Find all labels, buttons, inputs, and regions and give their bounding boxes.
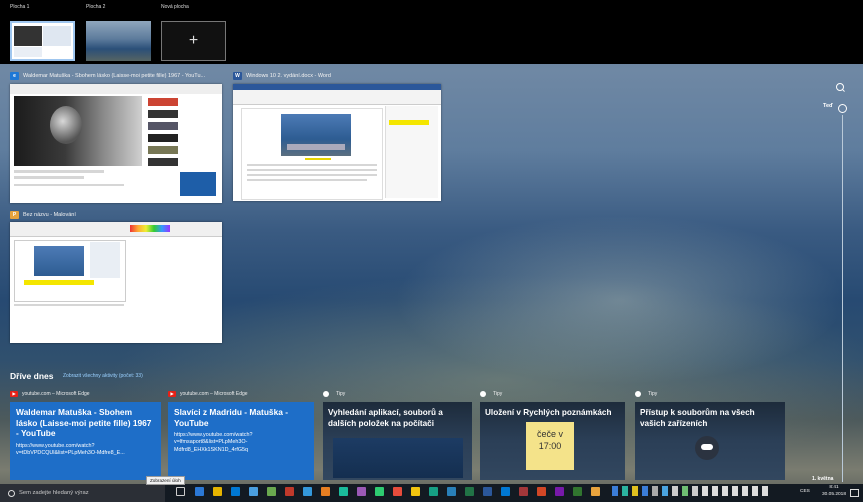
window-title-text: Bez názvu - Malování: [23, 212, 76, 218]
taskbar-search-box[interactable]: Sem zadejte hledaný výraz: [0, 484, 165, 502]
timeline-now-label: Teď: [823, 103, 833, 109]
sticky-note: čeče v 17:00: [526, 422, 574, 470]
app-taskbar-icon[interactable]: [339, 487, 348, 496]
task-view-icon[interactable]: [176, 487, 185, 496]
card-source-text: youtube.com – Microsoft Edge: [180, 391, 248, 397]
card-source-4: Tipy: [480, 391, 502, 397]
card-title: Přístup k souborům na všech vašich zaříz…: [640, 408, 755, 428]
task-view-tooltip: Zobrazení úloh: [146, 476, 185, 485]
card-source-3: Tipy: [323, 391, 345, 397]
window-title-paint[interactable]: P Bez názvu - Malování: [10, 211, 76, 219]
desktop-2-label: Plocha 2: [86, 4, 106, 10]
new-desktop-label: Nová plocha: [161, 4, 189, 10]
card-title: Slavíci z Madridu - Matuška - YouTube: [174, 407, 289, 428]
access-taskbar-icon[interactable]: [519, 487, 528, 496]
app-taskbar-icon[interactable]: [303, 487, 312, 496]
notification-icon[interactable]: [850, 489, 859, 497]
card-url: https://www.youtube.com/watch?v=tDbVPDCQ…: [16, 442, 125, 456]
card-url: https://www.youtube.com/watch?v=lfmsapor…: [174, 432, 253, 453]
mail-taskbar-icon[interactable]: [249, 487, 258, 496]
app-taskbar-icon[interactable]: [411, 487, 420, 496]
excel-taskbar-icon[interactable]: [465, 487, 474, 496]
desktop-2-thumbnail[interactable]: [86, 21, 151, 61]
browser-toolbar: [10, 84, 222, 94]
word-icon: W: [233, 72, 242, 80]
card-source-text: Tipy: [493, 391, 503, 397]
card-source-text: Tipy: [336, 391, 346, 397]
app-taskbar-icon[interactable]: [267, 487, 276, 496]
cloud-shape: [701, 444, 713, 450]
desktop-1-label: Plocha 1: [10, 4, 30, 10]
app-taskbar-icon[interactable]: [375, 487, 384, 496]
app-taskbar-icon[interactable]: [285, 487, 294, 496]
card-source-text: Tipy: [648, 391, 658, 397]
paint-icon: P: [10, 211, 19, 219]
app-taskbar-icon[interactable]: [357, 487, 366, 496]
activity-card-5[interactable]: Přístup k souborům na všech vašich zaříz…: [635, 402, 785, 480]
card-title: Vyhledání aplikací, souborů a dalších po…: [328, 408, 443, 428]
timeline-now-marker[interactable]: [838, 104, 847, 113]
system-tray-icons[interactable]: [612, 486, 792, 496]
window-word[interactable]: [233, 84, 441, 201]
window-title-text: Waldemar Matuška - Sbohem lásko (Laisse-…: [23, 73, 206, 79]
card-source-2: ▶ youtube.com – Microsoft Edge: [168, 391, 248, 397]
powerpoint-taskbar-icon[interactable]: [537, 487, 546, 496]
edge-icon: e: [10, 72, 19, 80]
app-taskbar-icon[interactable]: [321, 487, 330, 496]
onenote-taskbar-icon[interactable]: [555, 487, 564, 496]
card-title: Waldemar Matuška - Sbohem lásko (Laisse-…: [16, 407, 152, 438]
window-title-text: Windows 10 2. vydání.docx - Word: [246, 73, 331, 79]
search-icon: [8, 489, 15, 497]
ribbon: [233, 90, 441, 105]
window-paint[interactable]: [10, 222, 222, 343]
outlook-taskbar-icon[interactable]: [501, 487, 510, 496]
card-source-1: ▶ youtube.com – Microsoft Edge: [10, 391, 90, 397]
edge-taskbar-icon[interactable]: [195, 487, 204, 496]
app-taskbar-icon[interactable]: [393, 487, 402, 496]
clock-date: 30.05.2018: [822, 491, 847, 497]
app-taskbar-icon[interactable]: [447, 487, 456, 496]
video-frame: [50, 106, 82, 144]
thumb-1: [148, 98, 178, 106]
word-taskbar-icon[interactable]: [483, 487, 492, 496]
show-all-activities-link[interactable]: Zobrazit všechny aktivity (počet: 33): [63, 373, 143, 379]
search-placeholder: Sem zadejte hledaný výraz: [19, 490, 89, 496]
lightbulb-icon: [323, 391, 329, 397]
window-title-youtube[interactable]: e Waldemar Matuška - Sbohem lásko (Laiss…: [10, 72, 205, 80]
lightbulb-icon: [635, 391, 641, 397]
youtube-icon: ▶: [10, 391, 18, 397]
paint-ribbon: [10, 222, 222, 237]
plus-icon: +: [188, 32, 199, 49]
youtube-icon: ▶: [168, 391, 176, 397]
activity-card-2[interactable]: Slavíci z Madridu - Matuška - YouTube ht…: [168, 402, 314, 480]
new-desktop-button[interactable]: +: [161, 21, 226, 61]
ad-banner: [180, 172, 216, 196]
timeline-date-label: 1. května: [812, 476, 834, 482]
explorer-taskbar-icon[interactable]: [213, 487, 222, 496]
desktop-1-thumbnail[interactable]: [10, 21, 75, 61]
section-earlier-today: Dříve dnes: [10, 371, 54, 381]
activity-card-1[interactable]: Waldemar Matuška - Sbohem lásko (Laisse-…: [10, 402, 161, 480]
app-taskbar-icon[interactable]: [429, 487, 438, 496]
timeline-scrollbar[interactable]: [842, 115, 843, 482]
card-source-5: Tipy: [635, 391, 657, 397]
lightbulb-icon: [480, 391, 486, 397]
language-indicator[interactable]: CES: [800, 489, 810, 494]
card-title: Uložení v Rychlých poznámkách: [485, 408, 612, 417]
activity-card-3[interactable]: Vyhledání aplikací, souborů a dalších po…: [323, 402, 472, 480]
activity-card-4[interactable]: Uložení v Rychlých poznámkách čeče v 17:…: [480, 402, 625, 480]
window-title-word[interactable]: W Windows 10 2. vydání.docx - Word: [233, 72, 331, 80]
tip-image: [333, 438, 463, 478]
card-source-text: youtube.com – Microsoft Edge: [22, 391, 90, 397]
store-taskbar-icon[interactable]: [231, 487, 240, 496]
publisher-taskbar-icon[interactable]: [573, 487, 582, 496]
window-youtube[interactable]: [10, 84, 222, 203]
paint-taskbar-icon[interactable]: [591, 487, 600, 496]
clock[interactable]: 8:41 30.05.2018: [822, 485, 846, 498]
